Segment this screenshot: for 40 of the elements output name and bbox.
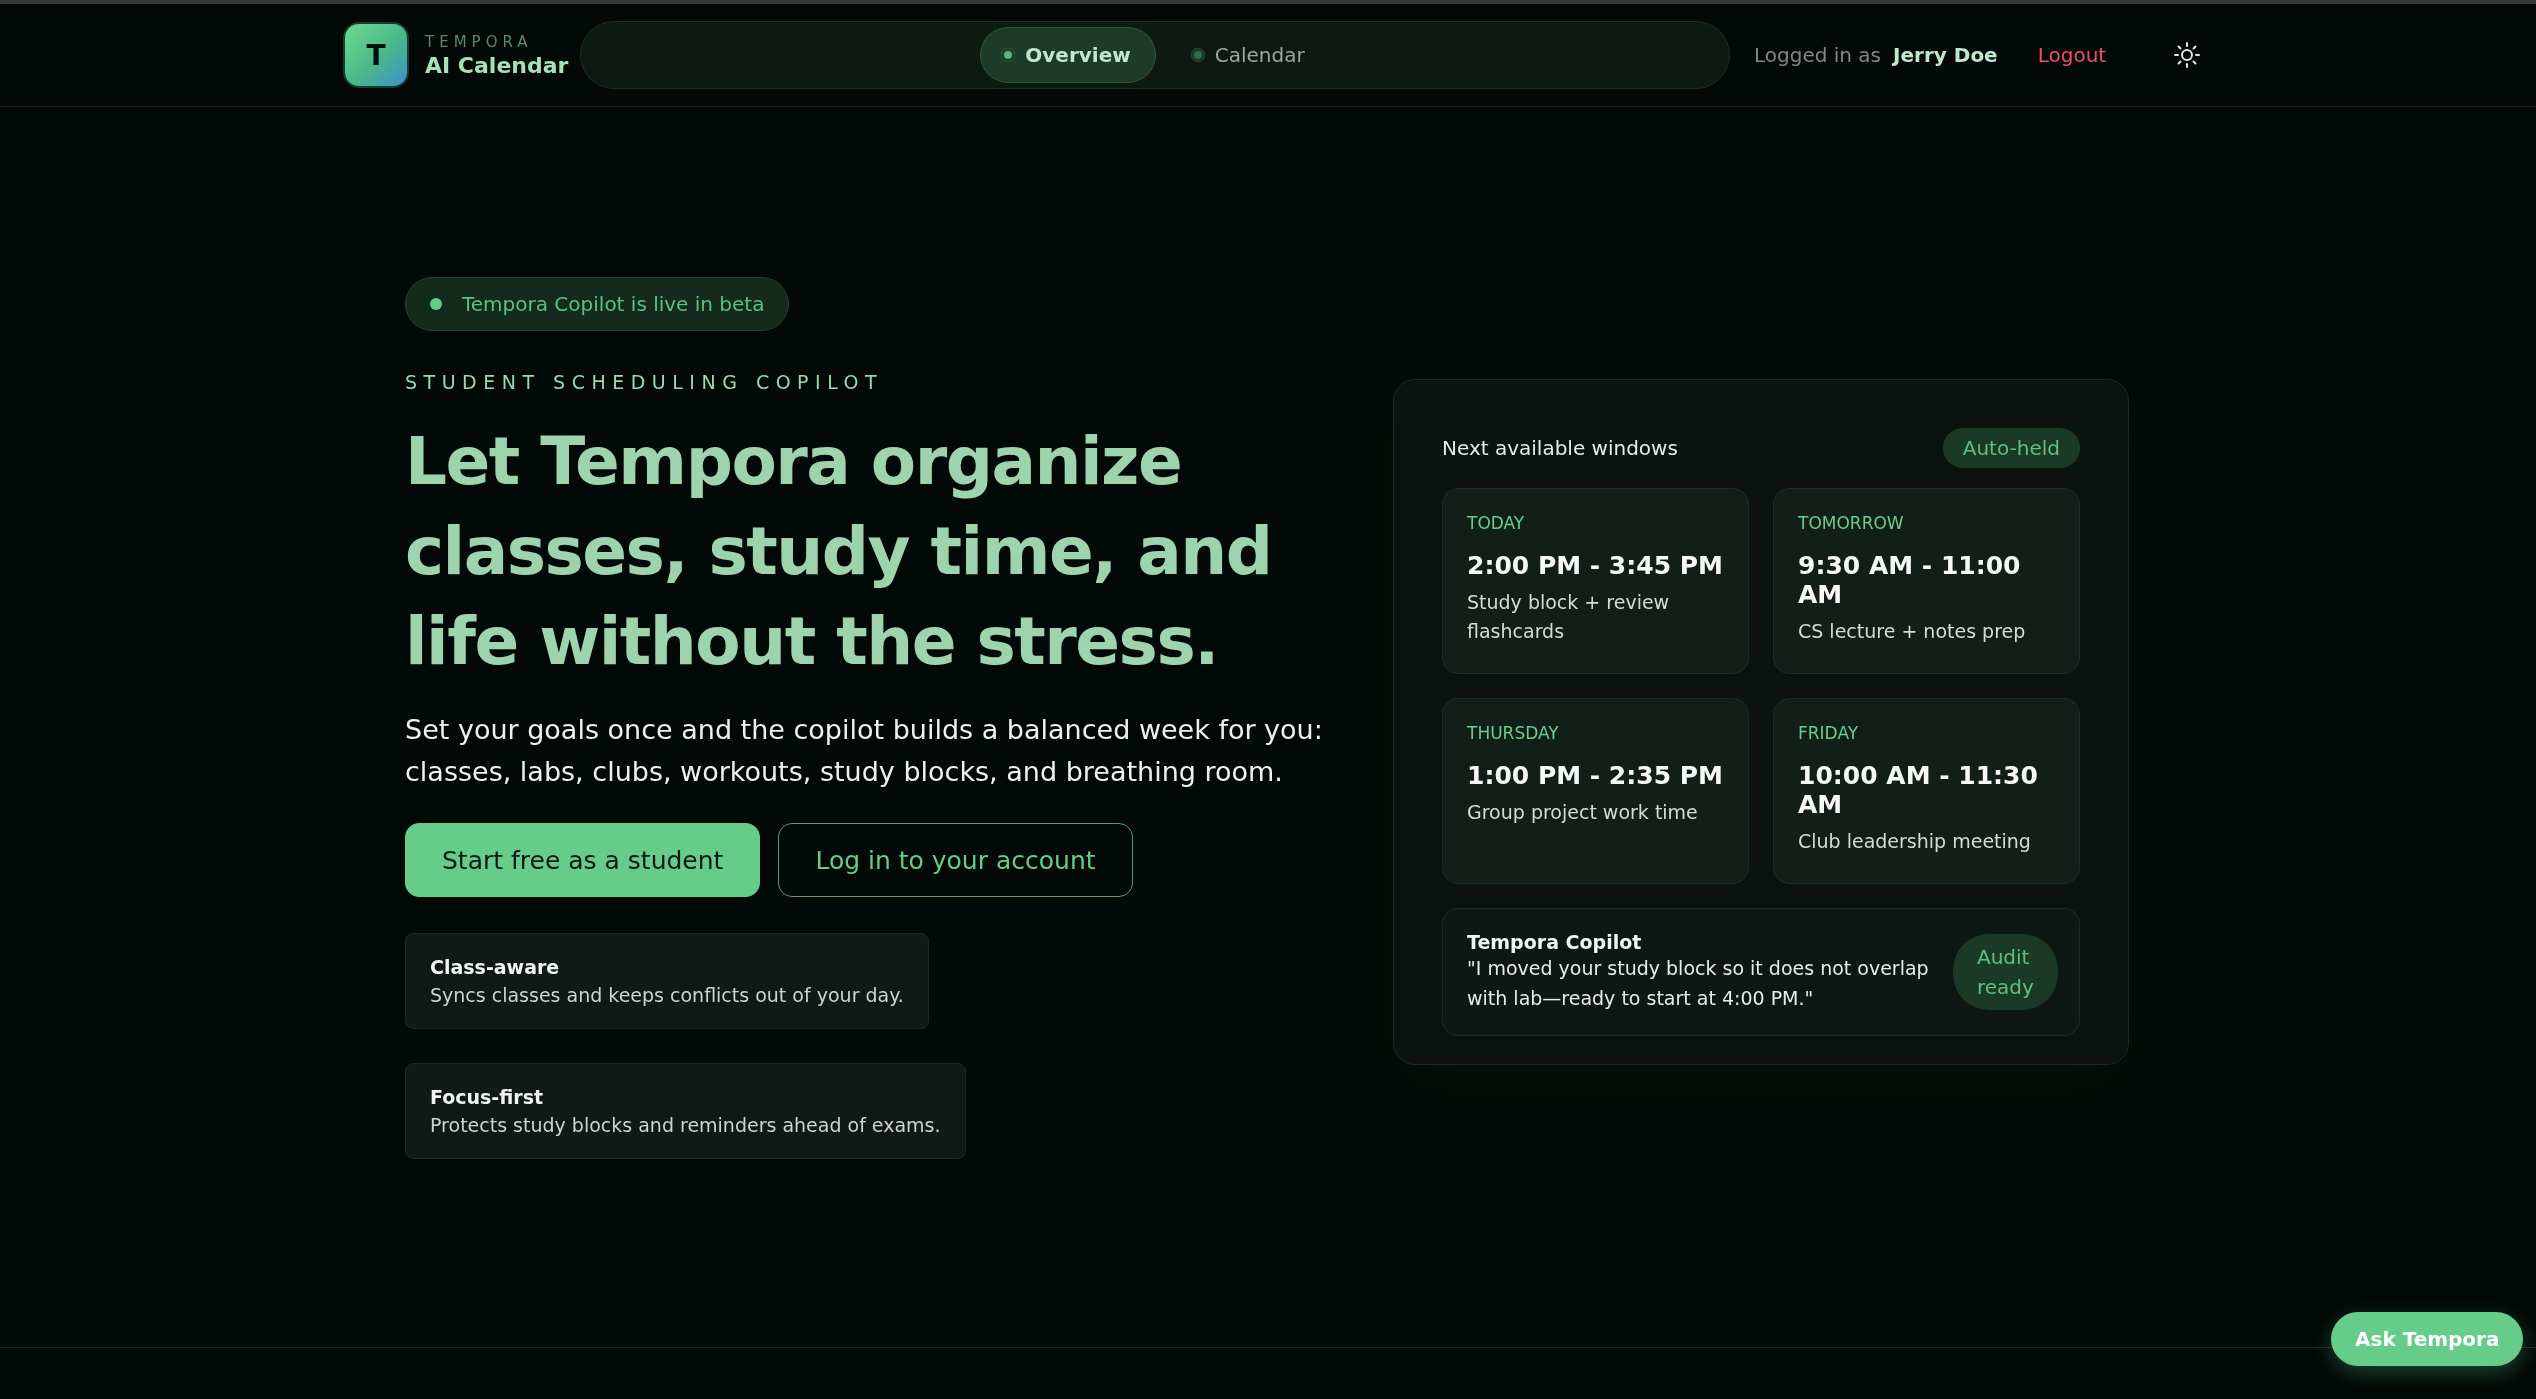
signup-button[interactable]: Start free as a student <box>405 823 761 897</box>
eyebrow-text: STUDENT SCHEDULING COPILOT <box>405 371 884 393</box>
slot-day: FRIDAY <box>1798 723 2055 743</box>
slot-note: CS lecture + notes prep <box>1798 619 2027 644</box>
login-button[interactable]: Log in to your account <box>778 823 1133 897</box>
product-name: AI Calendar <box>425 52 569 78</box>
slot-time: 10:00 AM - 11:30 AM <box>1798 761 2039 819</box>
status-tag: Auto-held <box>1942 428 2080 468</box>
hero-heading: Let Tempora organize classes, study time, and life without the stress. <box>405 422 1273 682</box>
slot-time: 9:30 AM - 11:00 AM <box>1798 551 2022 609</box>
slot-note: Study block + review flashcards <box>1467 590 1671 644</box>
nav-tab[interactable]: Calendar <box>1169 27 1330 83</box>
slot-time: 1:00 PM - 2:35 PM <box>1467 761 1724 790</box>
status-tag: Audit ready <box>1953 934 2058 1010</box>
time-slot-card[interactable]: TOMORROW 9:30 AM - 11:00 AM CS lecture + notes prep <box>1773 488 2080 674</box>
feature-text: Protects study blocks and reminders ahead of exams. <box>430 1114 941 1136</box>
slot-day: THURSDAY <box>1467 723 1724 743</box>
logo-icon: T <box>343 22 409 88</box>
time-slot-card[interactable]: FRIDAY 10:00 AM - 11:30 AM Club leadership meeting <box>1773 698 2080 884</box>
theme-toggle-icon[interactable] <box>2174 42 2201 68</box>
copilot-message: "I moved your study block so it does not overlap with lab—ready to start at 4:00 PM." <box>1467 956 1930 1011</box>
nav-tab[interactable]: Overview <box>980 27 1156 83</box>
panel-title: Next available windows <box>1442 436 1678 460</box>
beta-badge: Tempora Copilot is live in beta <box>405 277 790 331</box>
user-name: Jerry Doe <box>1893 43 1998 67</box>
slot-note: Club leadership meeting <box>1798 829 2032 854</box>
hero-description: Set your goals once and the copilot builds a balanced week for you: classes, labs, clubs, workouts, study blocks, and breathing room. <box>405 713 1324 789</box>
slot-note: Group project work time <box>1467 800 1699 825</box>
feature-title: Focus-first <box>430 1086 545 1108</box>
slot-day: TOMORROW <box>1798 513 2055 533</box>
time-slot-card[interactable]: THURSDAY 1:00 PM - 2:35 PM Group project work time <box>1442 698 1749 884</box>
time-slot-card[interactable]: TODAY 2:00 PM - 3:45 PM Study block + review flashcards <box>1442 488 1749 674</box>
brand-name: TEMPORA <box>425 32 534 51</box>
slot-time: 2:00 PM - 3:45 PM <box>1467 551 1724 580</box>
logout-link[interactable]: Logout <box>2037 43 2107 67</box>
feature-text: Syncs classes and keeps conflicts out of your day. <box>430 984 904 1006</box>
slot-day: TODAY <box>1467 513 1724 533</box>
logged-in-label: Logged in as <box>1754 43 1882 67</box>
feature-title: Class-aware <box>430 956 561 978</box>
copilot-title: Tempora Copilot <box>1467 931 1643 953</box>
